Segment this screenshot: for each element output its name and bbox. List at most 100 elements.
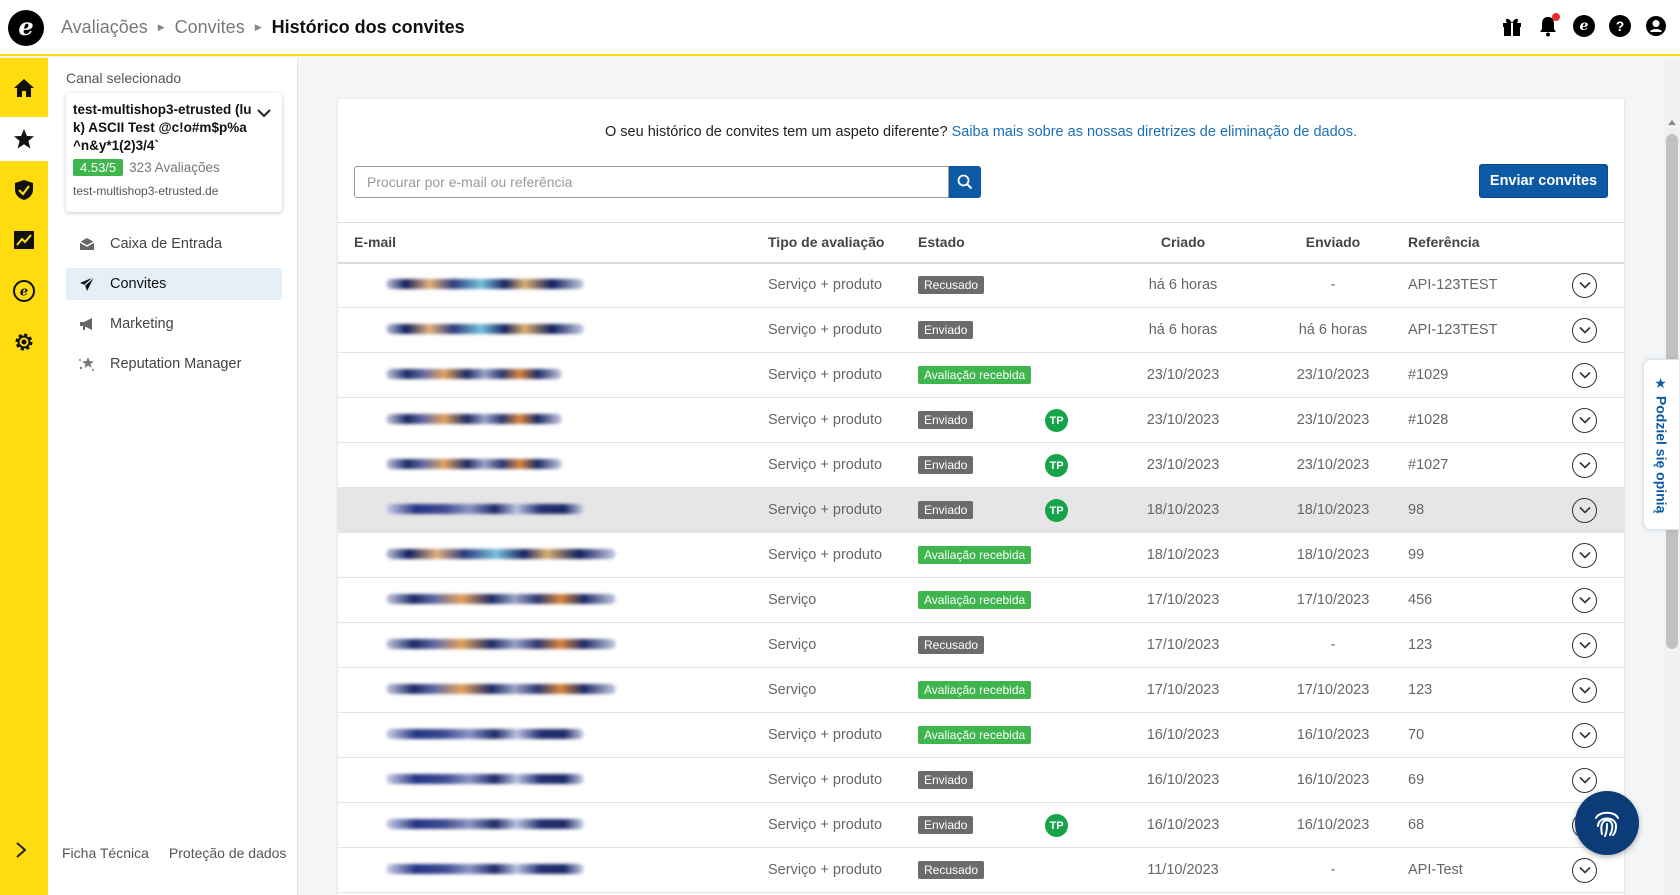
help-icon[interactable]: ?	[1608, 14, 1632, 38]
sidebar-item-caixa-de-entrada[interactable]: Caixa de Entrada	[66, 228, 282, 260]
star-icon[interactable]	[0, 117, 48, 161]
breadcrumb-separator-icon: ▶	[254, 22, 262, 32]
search-button[interactable]	[949, 166, 981, 198]
expand-row-button[interactable]	[1572, 497, 1597, 523]
sidebar-item-marketing[interactable]: Marketing	[66, 308, 282, 340]
expand-row-button[interactable]	[1572, 272, 1597, 298]
column-criado[interactable]: Criado	[1108, 222, 1258, 264]
table-row[interactable]: Serviço Recusado 17/10/2023-123	[338, 622, 1624, 668]
trusted-logo[interactable]: e	[8, 10, 44, 46]
table-row[interactable]: Serviço + produto Enviado TP 16/10/2023 16/1…	[338, 802, 1624, 848]
table-row[interactable]: Serviço + produto Recusado há 6 horas - API-…	[338, 262, 1624, 308]
chevron-down-icon[interactable]	[256, 105, 272, 123]
reference-cell: 68	[1408, 802, 1568, 848]
table-row[interactable]: Serviço + produto Avaliação recebida 16/10…	[338, 712, 1624, 758]
chevron-down-icon	[1578, 596, 1591, 604]
chart-icon[interactable]	[0, 218, 48, 262]
chevron-down-icon	[1578, 416, 1591, 424]
status-badge: Enviado	[918, 411, 974, 429]
top-bar: e Avaliações ▶ Convites ▶ Histórico dos …	[0, 0, 1680, 56]
column-estado[interactable]: Estado	[918, 222, 1108, 264]
state-cell: Recusado	[918, 847, 1108, 893]
trusted-e-icon[interactable]: e	[0, 269, 48, 313]
user-icon[interactable]	[1644, 14, 1668, 38]
channel-name: test-multishop3-etrusted (luk) ASCII Tes…	[73, 102, 252, 153]
home-icon[interactable]	[0, 66, 48, 110]
type-cell: Serviço + produto	[768, 352, 918, 398]
status-badge: Enviado	[918, 321, 974, 339]
breadcrumb-avaliacoes[interactable]: Avaliações	[61, 17, 148, 38]
left-rail: e	[0, 58, 48, 895]
table-row[interactable]: Serviço + produto Recusado 11/10/2023- API-…	[338, 847, 1624, 893]
column-expand	[1568, 222, 1624, 264]
status-badge: Recusado	[918, 861, 985, 879]
column-referencia[interactable]: Referência	[1408, 222, 1568, 264]
breadcrumb-convites[interactable]: Convites	[175, 17, 245, 38]
page-title: Histórico dos convites	[271, 17, 465, 37]
state-cell: Avaliação recebida	[918, 352, 1108, 398]
table-row[interactable]: Serviço Avaliação recebida 17/10/2023 17/10…	[338, 667, 1624, 713]
sidebar-item-reputation-manager[interactable]: Reputation Manager	[66, 348, 282, 380]
expand-rail-icon[interactable]	[14, 839, 28, 865]
protecao-de-dados-link[interactable]: Proteção de dados	[169, 845, 287, 861]
expand-cell	[1568, 352, 1624, 398]
email-cell	[338, 667, 768, 713]
chevron-down-icon	[1578, 326, 1591, 334]
expand-row-button[interactable]	[1572, 677, 1597, 703]
expand-row-button[interactable]	[1572, 542, 1597, 568]
redacted-email	[386, 819, 584, 829]
sidebar-nav: Caixa de Entrada Convites Marketing Repu…	[66, 228, 282, 388]
created-cell: 16/10/2023	[1108, 712, 1258, 758]
trusted-logo-icon[interactable]: e	[1572, 14, 1596, 38]
table-row[interactable]: Serviço + produto Enviado há 6 horas há 6 h…	[338, 307, 1624, 353]
column-tipo[interactable]: Tipo de avaliação	[768, 222, 918, 264]
chevron-down-icon	[1578, 641, 1591, 649]
shield-icon[interactable]	[0, 168, 48, 212]
sent-cell: 17/10/2023	[1258, 667, 1408, 713]
sent-cell: 23/10/2023	[1258, 352, 1408, 398]
data-deletion-link[interactable]: Saiba mais sobre as nossas diretrizes de…	[952, 124, 1357, 140]
status-badge: Enviado	[918, 456, 974, 474]
channel-selector[interactable]: test-multishop3-etrusted (luk) ASCII Tes…	[66, 93, 282, 212]
chevron-down-icon	[1578, 506, 1591, 514]
expand-row-button[interactable]	[1572, 317, 1597, 343]
state-cell: Enviado	[918, 757, 1108, 803]
created-cell: 23/10/2023	[1108, 397, 1258, 443]
sent-cell: 18/10/2023	[1258, 487, 1408, 533]
bell-icon[interactable]	[1536, 13, 1560, 38]
expand-row-button[interactable]	[1572, 587, 1597, 613]
expand-row-button[interactable]	[1572, 857, 1597, 883]
table-row[interactable]: Serviço + produto Enviado TP 18/10/2023 18/1…	[338, 487, 1624, 533]
search-input[interactable]	[354, 166, 949, 198]
table-row[interactable]: Serviço + produto Avaliação recebida 23/10…	[338, 352, 1624, 398]
chevron-down-icon	[1578, 776, 1591, 784]
fingerprint-button[interactable]	[1575, 791, 1639, 855]
redacted-email	[386, 369, 562, 379]
column-enviado[interactable]: Enviado	[1258, 222, 1408, 264]
column-email[interactable]: E-mail	[338, 222, 768, 264]
expand-row-button[interactable]	[1572, 362, 1597, 388]
feedback-tab[interactable]: ★ Podziel się opinią	[1643, 359, 1679, 530]
table-row[interactable]: Serviço + produto Enviado TP 23/10/2023 23/1…	[338, 442, 1624, 488]
send-invites-button[interactable]: Enviar convites	[1479, 164, 1608, 198]
gift-icon[interactable]	[1500, 14, 1524, 38]
reference-cell: API-Test	[1408, 847, 1568, 893]
expand-row-button[interactable]	[1572, 722, 1597, 748]
expand-row-button[interactable]	[1572, 452, 1597, 478]
gear-icon[interactable]	[0, 320, 48, 364]
table-row[interactable]: Serviço + produto Enviado TP 23/10/2023 23/1…	[338, 397, 1624, 443]
breadcrumb-separator-icon: ▶	[157, 22, 165, 32]
ficha-tecnica-link[interactable]: Ficha Técnica	[62, 845, 149, 861]
expand-row-button[interactable]	[1572, 407, 1597, 433]
type-cell: Serviço + produto	[768, 712, 918, 758]
scroll-up-arrow-icon[interactable]	[1668, 120, 1676, 125]
table-row[interactable]: Serviço + produto Avaliação recebida 18/10…	[338, 532, 1624, 578]
expand-row-button[interactable]	[1572, 632, 1597, 658]
tp-badge: TP	[1045, 409, 1068, 432]
expand-row-button[interactable]	[1572, 767, 1597, 793]
table-row[interactable]: Serviço Avaliação recebida 17/10/2023 17/10…	[338, 577, 1624, 623]
notification-dot	[1552, 13, 1560, 21]
sidebar-item-convites[interactable]: Convites	[66, 268, 282, 300]
sidebar-item-label: Caixa de Entrada	[110, 236, 223, 252]
table-row[interactable]: Serviço + produto Enviado 16/10/2023 16/10/…	[338, 757, 1624, 803]
